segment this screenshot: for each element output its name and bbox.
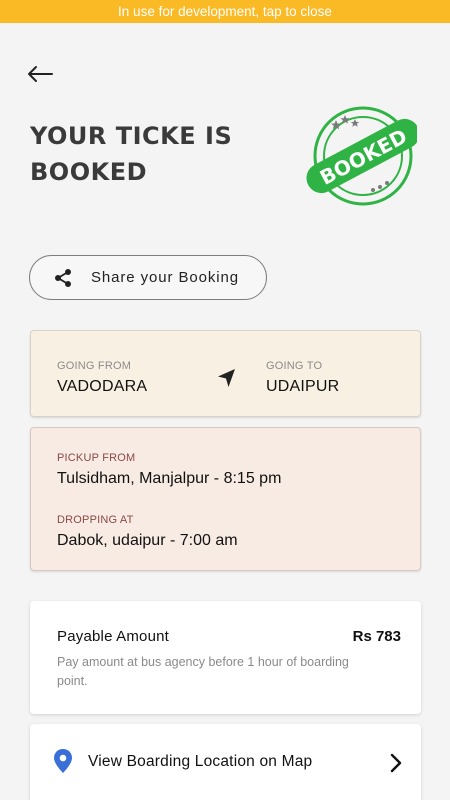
- payment-note: Pay amount at bus agency before 1 hour o…: [57, 655, 349, 688]
- payable-card: Payable Amount Rs 783 Pay amount at bus …: [30, 601, 421, 714]
- going-from-section: GOING FROM VADODARA: [57, 360, 147, 396]
- pickup-value: Tulsidham, Manjalpur - 8:15 pm: [57, 470, 282, 487]
- pickup-label: PICKUP FROM: [57, 452, 136, 464]
- navigation-arrow-icon: [218, 369, 235, 387]
- booked-stamp: BOOKED: [306, 106, 417, 206]
- payable-amount-label: Payable Amount: [57, 628, 170, 645]
- location-pin-icon: [54, 749, 72, 773]
- going-to-label: GOING TO: [266, 360, 323, 372]
- share-booking-button[interactable]: Share your Booking: [29, 255, 267, 300]
- chevron-right-icon: [390, 753, 402, 773]
- back-arrow-icon: [28, 66, 53, 82]
- view-map-label: View Boarding Location on Map: [88, 753, 313, 770]
- payable-amount-value: Rs 783: [352, 628, 401, 645]
- dev-banner[interactable]: In use for development, tap to close: [0, 0, 450, 23]
- going-to-section: GOING TO UDAIPUR: [266, 360, 339, 396]
- page-title: YOUR TICKE IS BOOKED: [30, 122, 233, 186]
- dropping-section: DROPPING AT Dabok, udaipur - 7:00 am: [57, 514, 238, 550]
- going-from-value: VADODARA: [57, 378, 148, 395]
- share-booking-label: Share your Booking: [91, 269, 239, 286]
- going-from-label: GOING FROM: [57, 360, 132, 372]
- share-icon: [52, 267, 74, 289]
- going-to-value: UDAIPUR: [266, 378, 340, 395]
- pickup-card: PICKUP FROM Tulsidham, Manjalpur - 8:15 …: [30, 427, 421, 571]
- pickup-section: PICKUP FROM Tulsidham, Manjalpur - 8:15 …: [57, 452, 281, 488]
- dropping-label: DROPPING AT: [57, 514, 134, 526]
- dropping-value: Dabok, udaipur - 7:00 am: [57, 532, 238, 549]
- route-card: GOING FROM VADODARA GOING TO UDAIPUR: [30, 330, 421, 417]
- view-map-button[interactable]: View Boarding Location on Map: [30, 724, 421, 800]
- back-button[interactable]: [22, 58, 58, 90]
